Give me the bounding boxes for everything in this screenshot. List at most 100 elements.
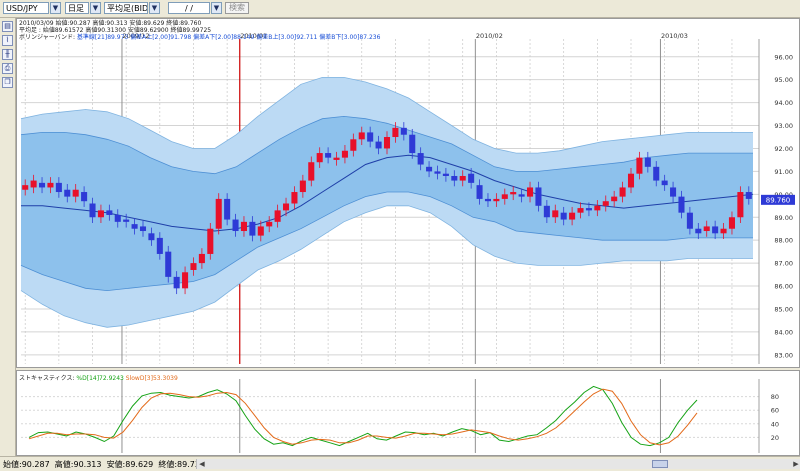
candle[interactable] [224, 198, 231, 220]
candle[interactable] [417, 153, 424, 165]
candle[interactable] [291, 192, 298, 204]
horizontal-scrollbar[interactable]: ◀ ▶ [196, 459, 800, 469]
candle[interactable] [552, 210, 559, 218]
candle[interactable] [577, 208, 584, 213]
candle[interactable] [123, 219, 130, 222]
candle[interactable] [426, 166, 433, 172]
candle[interactable] [240, 221, 247, 232]
candle[interactable] [611, 196, 618, 202]
candle[interactable] [728, 217, 735, 229]
candle[interactable] [308, 162, 315, 181]
candle[interactable] [30, 180, 37, 188]
scroll-right-icon[interactable]: ▶ [791, 459, 800, 469]
candle[interactable] [636, 157, 643, 174]
print-icon[interactable]: ⎙ [2, 63, 13, 74]
price-chart-panel[interactable]: 83.00 84.00 85.00 86.00 87.00 88.00 89.00 90.00… [16, 18, 800, 368]
candle[interactable] [89, 203, 96, 218]
candle[interactable] [283, 203, 290, 211]
candle[interactable] [139, 226, 147, 232]
candle[interactable] [442, 173, 449, 176]
scroll-left-icon[interactable]: ◀ [197, 459, 207, 469]
candle[interactable] [182, 272, 189, 289]
candle[interactable] [678, 196, 685, 213]
candle[interactable] [358, 132, 365, 140]
candle[interactable] [569, 212, 576, 220]
candle[interactable] [434, 171, 441, 174]
candle[interactable] [114, 214, 121, 222]
candle[interactable] [266, 221, 273, 227]
timeframe-dropdown-button[interactable]: ▼ [90, 2, 101, 14]
candle[interactable] [476, 185, 483, 199]
candle[interactable] [409, 134, 416, 154]
candle[interactable] [55, 182, 62, 193]
candle[interactable] [173, 276, 180, 289]
candle[interactable] [341, 150, 348, 158]
candle[interactable] [745, 192, 752, 199]
candle[interactable] [299, 180, 306, 193]
candle[interactable] [350, 139, 357, 151]
candle[interactable] [257, 226, 264, 236]
candle[interactable] [535, 187, 542, 206]
candle[interactable] [64, 189, 71, 197]
candle[interactable] [72, 189, 79, 197]
chart-type-icon[interactable]: ▤ [2, 21, 13, 32]
candle[interactable] [493, 198, 500, 202]
candle[interactable] [686, 212, 693, 229]
candle[interactable] [602, 201, 609, 206]
candle[interactable] [392, 127, 399, 138]
candle[interactable] [594, 205, 601, 211]
candle[interactable] [325, 153, 332, 158]
candle[interactable] [106, 210, 113, 215]
candle[interactable] [249, 221, 256, 236]
candle[interactable] [518, 194, 525, 197]
candle[interactable] [527, 187, 534, 197]
candle[interactable] [215, 198, 222, 229]
candle[interactable] [737, 192, 744, 218]
candle[interactable] [156, 237, 163, 254]
candle[interactable] [39, 182, 46, 188]
candle[interactable] [316, 153, 323, 163]
candle[interactable] [627, 173, 635, 188]
candle[interactable] [712, 226, 719, 234]
candle[interactable] [703, 226, 710, 232]
scroll-thumb[interactable] [652, 460, 668, 468]
candle[interactable] [333, 157, 340, 160]
candle[interactable] [619, 187, 626, 197]
candle[interactable] [22, 185, 29, 190]
candle[interactable] [720, 228, 727, 234]
date-input[interactable]: / / [168, 2, 210, 14]
candle[interactable] [131, 224, 138, 229]
candle[interactable] [190, 263, 197, 270]
candle[interactable] [148, 233, 155, 241]
candle[interactable] [198, 253, 205, 264]
symbol-dropdown-button[interactable]: ▼ [50, 2, 61, 14]
candle[interactable] [165, 251, 172, 277]
candle[interactable] [670, 187, 677, 197]
copy-icon[interactable]: ❐ [2, 77, 13, 88]
timeframe-select[interactable]: 日足 [65, 2, 89, 14]
price-chart[interactable]: 83.0084.0085.0086.0087.0088.0089.0090.00… [17, 19, 799, 367]
candle[interactable] [383, 137, 391, 149]
symbol-select[interactable]: USD/JPY [3, 2, 49, 14]
candle[interactable] [695, 228, 702, 234]
candle[interactable] [501, 194, 508, 199]
candle[interactable] [375, 141, 382, 149]
candle[interactable] [207, 228, 214, 254]
search-button[interactable]: 検索 [225, 2, 249, 14]
candle[interactable] [653, 166, 660, 181]
candle[interactable] [484, 198, 491, 202]
candle[interactable] [400, 127, 407, 135]
line-tool-icon[interactable]: ╫ [2, 49, 13, 60]
candle[interactable] [510, 192, 517, 195]
candle[interactable] [97, 210, 104, 218]
candle[interactable] [560, 212, 567, 220]
candle[interactable] [451, 175, 458, 181]
stochastic-panel[interactable]: 20 40 60 80 ストキャスティクス: %D[14]72.9243 SlowD[… [16, 370, 800, 456]
candle[interactable] [459, 175, 466, 181]
candle[interactable] [585, 208, 592, 211]
candle[interactable] [232, 219, 239, 232]
candle[interactable] [47, 182, 54, 188]
candle-type-select[interactable]: 平均足(BID) [104, 2, 148, 14]
indicator-icon[interactable]: ⌇ [2, 35, 13, 46]
candle[interactable] [543, 205, 550, 218]
